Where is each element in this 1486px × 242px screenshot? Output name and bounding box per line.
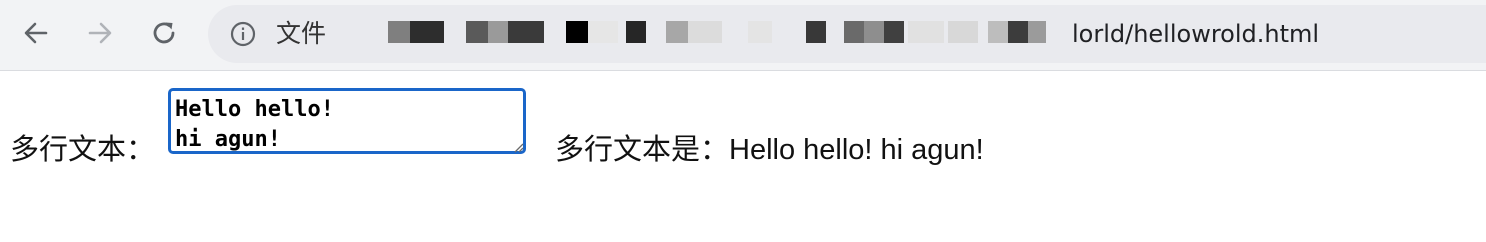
address-scheme-label: 文件 — [276, 19, 327, 48]
back-arrow-icon — [24, 22, 48, 44]
multiline-textarea[interactable]: Hello hello! hi agun! — [168, 88, 526, 154]
reload-icon — [153, 22, 175, 44]
address-bar[interactable]: 文件 lorld/hellowrold.html — [208, 5, 1486, 63]
result-value: Hello hello! hi agun! — [729, 134, 984, 166]
forward-arrow-icon — [88, 22, 112, 44]
address-url-text: lorld/hellowrold.html — [1072, 20, 1320, 48]
info-icon[interactable] — [230, 21, 256, 47]
result-label: 多行文本是： — [555, 132, 730, 166]
back-button[interactable] — [18, 15, 54, 51]
browser-toolbar: 文件 lorld/hellowrold.html — [0, 0, 1486, 71]
reload-button[interactable] — [146, 15, 182, 51]
textarea-label: 多行文本： — [10, 132, 156, 166]
forward-button[interactable] — [82, 15, 118, 51]
resize-grip-icon[interactable] — [512, 141, 524, 153]
result-text: 多行文本是：Hello hello! hi agun! — [555, 131, 984, 168]
redacted-url-segment — [388, 21, 1078, 47]
page-content: 多行文本： Hello hello! hi agun! 多行文本是：Hello … — [0, 71, 1486, 242]
